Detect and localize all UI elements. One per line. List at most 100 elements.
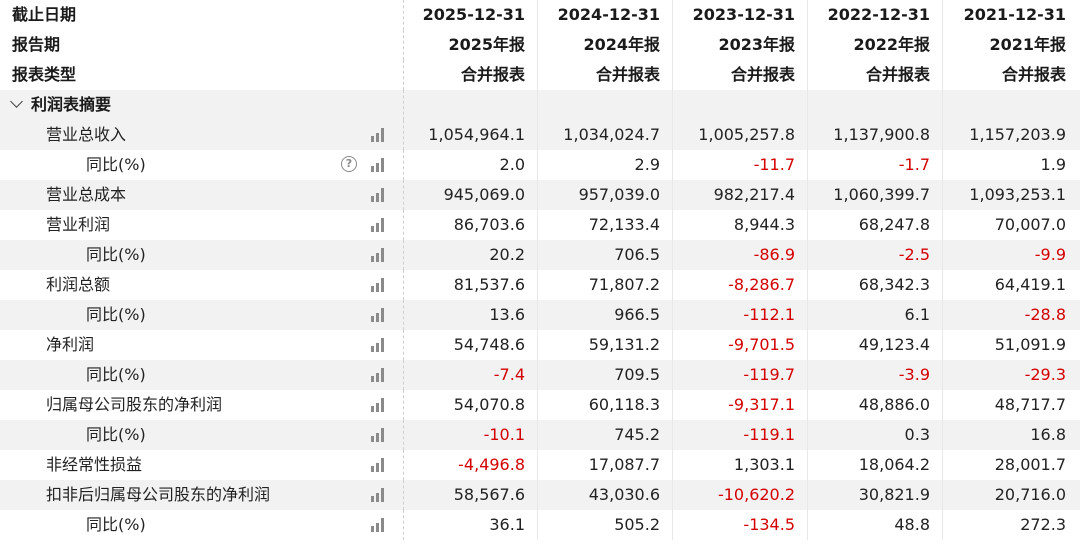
value-cell: 2021年报 [989,35,1066,54]
header-label: 报表类型 [0,60,404,90]
row-label-text: 营业总收入 [46,125,127,144]
bar-chart-icon[interactable] [371,338,387,352]
row-label: 净利润 [0,330,404,360]
table-row: 净利润 54,748.6 59,131.2 -9,701.5 49,123.4 51,09… [0,330,1080,360]
value-cell: -134.5 [673,510,808,540]
value-cell: 1,034,024.7 [538,120,673,150]
row-label: 同比(%) [0,420,404,450]
value-cell: 2023年报 [673,30,808,60]
row-label-text: 同比(%) [86,155,146,174]
value-cell: 6.1 [808,300,943,330]
bar-chart-icon[interactable] [371,458,387,472]
value-cell: 1,005,257.8 [673,120,808,150]
value-cell: 68,247.8 [808,210,943,240]
row-label-text: 营业利润 [46,215,111,234]
header-label: 报告期 [0,30,404,60]
value-cell: 2025-12-31 [404,0,538,30]
table-row: 同比(%) 20.2 706.5 -86.9 -2.5 -9.9 [0,240,1080,270]
row-label: 扣非后归属母公司股东的净利润 [0,480,404,510]
value-cell: 70,007.0 [994,215,1066,234]
table-row: 归属母公司股东的净利润 54,070.8 60,118.3 -9,317.1 48,88… [0,390,1080,420]
header-row: 报告期 2025年报 2024年报 2023年报 2022年报 2021年报 [0,30,1080,60]
table-row: 营业利润 86,703.6 72,133.4 8,944.3 68,247.8 70,00… [0,210,1080,240]
row-label: 利润总额 [0,270,404,300]
bar-chart-icon[interactable] [371,398,387,412]
table-row: 同比(%) 36.1 505.2 -134.5 48.8 272.3 [0,510,1080,540]
value-cell: 48,717.7 [994,395,1066,414]
value-cell: 505.2 [538,510,673,540]
value-cell: -2.5 [808,240,943,270]
value-cell: 945,069.0 [404,180,538,210]
header-row: 截止日期 2025-12-31 2024-12-31 2023-12-31 2022-1… [0,0,1080,30]
value-cell: 48.8 [808,510,943,540]
bar-chart-icon[interactable] [371,128,387,142]
header-row: 报表类型 合并报表 合并报表 合并报表 合并报表 合并报表 [0,60,1080,90]
value-cell: 58,567.6 [404,480,538,510]
bar-chart-icon[interactable] [371,158,387,172]
value-cell: -9,317.1 [673,390,808,420]
value-cell: 2024-12-31 [538,0,673,30]
value-cell: 64,419.1 [994,275,1066,294]
bar-chart-icon[interactable] [371,368,387,382]
value-cell: -10,620.2 [673,480,808,510]
row-label: 营业利润 [0,210,404,240]
value-cell: 709.5 [538,360,673,390]
value-cell: 43,030.6 [538,480,673,510]
bar-chart-icon[interactable] [371,278,387,292]
value-cell: 2025年报 [404,30,538,60]
value-cell: 81,537.6 [404,270,538,300]
value-cell: 1,054,964.1 [404,120,538,150]
row-label-text: 同比(%) [86,515,146,534]
value-cell: 1.9 [1040,155,1066,174]
value-cell: 745.2 [538,420,673,450]
question-circle-icon[interactable]: ? [341,156,357,172]
value-cell: 49,123.4 [808,330,943,360]
header-label: 截止日期 [0,0,404,30]
row-label-text: 同比(%) [86,425,146,444]
value-cell: 16.8 [1030,425,1066,444]
table-row: 营业总成本 945,069.0 957,039.0 982,217.4 1,060,39… [0,180,1080,210]
value-cell: 60,118.3 [538,390,673,420]
income-statement-table: 截止日期 2025-12-31 2024-12-31 2023-12-31 2022-1… [0,0,1080,549]
row-label: 同比(%) [0,360,404,390]
value-cell: 51,091.9 [994,335,1066,354]
value-cell: 59,131.2 [538,330,673,360]
bar-chart-icon[interactable] [371,488,387,502]
row-label: 同比(%) [0,510,404,540]
value-cell: 30,821.9 [808,480,943,510]
value-cell: 1,137,900.8 [808,120,943,150]
table-row: 同比(%) 13.6 966.5 -112.1 6.1 -28.8 [0,300,1080,330]
bar-chart-icon[interactable] [371,428,387,442]
value-cell: 1,060,399.7 [808,180,943,210]
section-toggle[interactable]: 利润表摘要 [0,90,404,120]
value-cell: 2022年报 [808,30,943,60]
value-cell: -8,286.7 [673,270,808,300]
value-cell: 72,133.4 [538,210,673,240]
row-label: 非经常性损益 [0,450,404,480]
bar-chart-icon[interactable] [371,308,387,322]
table-row: 扣非后归属母公司股东的净利润 58,567.6 43,030.6 -10,620.2 3… [0,480,1080,510]
value-cell: 17,087.7 [538,450,673,480]
value-cell: 706.5 [538,240,673,270]
bar-chart-icon[interactable] [371,188,387,202]
value-cell: 合并报表 [808,60,943,90]
row-label-text: 同比(%) [86,245,146,264]
value-cell: 2.0 [404,150,538,180]
value-cell: 1,157,203.9 [969,125,1066,144]
value-cell: 54,748.6 [404,330,538,360]
value-cell: 20,716.0 [994,485,1066,504]
section-row[interactable]: 利润表摘要 [0,90,1080,120]
bar-chart-icon[interactable] [371,218,387,232]
chevron-down-icon[interactable] [10,95,23,108]
value-cell: 13.6 [404,300,538,330]
bar-chart-icon[interactable] [371,248,387,262]
value-cell: 28,001.7 [994,455,1066,474]
row-label-text: 营业总成本 [46,185,127,204]
value-cell: 2024年报 [538,30,673,60]
value-cell: -29.3 [1024,365,1066,384]
value-cell: 1,093,253.1 [969,185,1066,204]
value-cell: 合并报表 [1001,65,1066,84]
value-cell: -119.1 [673,420,808,450]
value-cell: 86,703.6 [404,210,538,240]
bar-chart-icon[interactable] [371,518,387,532]
